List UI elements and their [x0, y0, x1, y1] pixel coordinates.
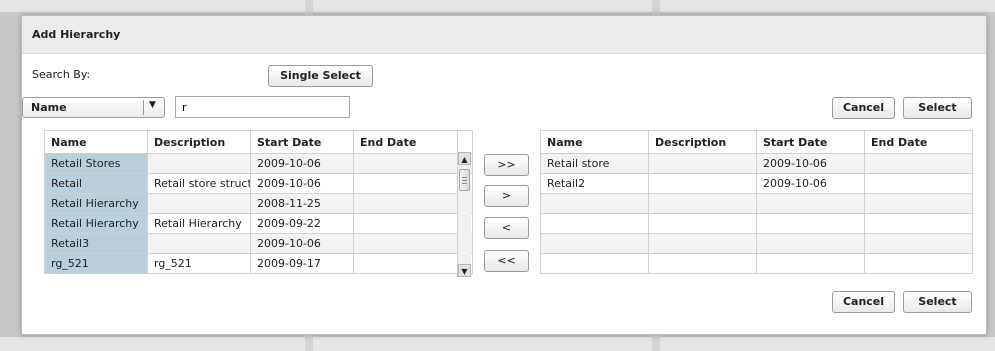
cell-description [147, 153, 251, 174]
background-top-band [0, 0, 995, 12]
cell-end-date [353, 193, 458, 214]
cell-description [147, 233, 251, 254]
cell-start-date [756, 213, 865, 234]
cell-start-date: 2008-11-25 [250, 193, 354, 214]
cell-start-date [756, 253, 865, 274]
cell-name: Retail Hierarchy [44, 193, 148, 214]
move-right-button[interactable]: > [484, 185, 529, 207]
scrollbar-thumb[interactable] [459, 169, 470, 191]
search-by-label: Search By: [32, 68, 91, 81]
table-header-row: Name Description Start Date End Date [540, 130, 973, 154]
cell-end-date [864, 233, 973, 254]
table-row [540, 193, 973, 214]
cell-start-date: 2009-10-06 [250, 233, 354, 254]
cell-description [648, 193, 757, 214]
table-row[interactable]: Retail Hierarchy 2008-11-25 [44, 193, 473, 214]
cell-name: Retail store [540, 153, 649, 174]
cell-end-date [353, 153, 458, 174]
column-header-end-date[interactable]: End Date [353, 130, 458, 154]
background-bottom-band [0, 337, 995, 351]
table-row[interactable]: Retail3 2009-10-06 [44, 233, 473, 254]
cell-end-date [353, 173, 458, 194]
cell-name [540, 213, 649, 234]
cell-description [648, 213, 757, 234]
cell-description [147, 193, 251, 214]
cell-name: Retail Hierarchy [44, 213, 148, 234]
table-row[interactable]: Retail Hierarchy Retail Hierarchy 2009-0… [44, 213, 473, 234]
search-input[interactable] [175, 96, 350, 118]
move-all-right-button[interactable]: >> [484, 154, 529, 176]
cell-name: Retail3 [44, 233, 148, 254]
cell-end-date [864, 153, 973, 174]
cell-end-date [353, 253, 458, 274]
table-row[interactable]: Retail Retail store structure 2009-10-06 [44, 173, 473, 194]
table-row [540, 233, 973, 254]
cell-description: Retail Hierarchy [147, 213, 251, 234]
table-row[interactable]: Retail store 2009-10-06 [540, 153, 973, 174]
available-table-scrollbar[interactable]: ▲ ▼ [457, 152, 471, 277]
cell-name [540, 233, 649, 254]
cell-description [648, 153, 757, 174]
dialog-title: Add Hierarchy [22, 16, 986, 54]
cell-end-date [353, 233, 458, 254]
cancel-button-bottom[interactable]: Cancel [832, 291, 895, 313]
cell-end-date [864, 173, 973, 194]
cell-name: rg_521 [44, 253, 148, 274]
column-header-start-date[interactable]: Start Date [250, 130, 354, 154]
search-field-dropdown[interactable]: Name ▼ [22, 97, 165, 118]
table-row[interactable]: Retail Stores 2009-10-06 [44, 153, 473, 174]
cell-start-date: 2009-10-06 [250, 153, 354, 174]
cell-end-date [864, 193, 973, 214]
cell-name: Retail [44, 173, 148, 194]
column-header-description[interactable]: Description [648, 130, 757, 154]
cell-start-date: 2009-09-22 [250, 213, 354, 234]
table-row[interactable]: Retail2 2009-10-06 [540, 173, 973, 194]
cell-description: rg_521 [147, 253, 251, 274]
table-row [540, 213, 973, 234]
arrow-up-icon[interactable]: ▲ [458, 152, 471, 165]
select-button-top[interactable]: Select [903, 97, 972, 119]
move-left-button[interactable]: < [484, 217, 529, 239]
column-header-start-date[interactable]: Start Date [756, 130, 865, 154]
column-header-name[interactable]: Name [540, 130, 649, 154]
arrow-down-icon[interactable]: ▼ [458, 264, 471, 277]
column-header-name[interactable]: Name [44, 130, 148, 154]
cell-name: Retail Stores [44, 153, 148, 174]
cell-description: Retail store structure [147, 173, 251, 194]
column-header-description[interactable]: Description [147, 130, 251, 154]
cell-name: Retail2 [540, 173, 649, 194]
table-header-row: Name Description Start Date End Date [44, 130, 473, 154]
cell-start-date [756, 193, 865, 214]
dropdown-separator [143, 100, 144, 115]
cell-start-date: 2009-10-06 [756, 173, 865, 194]
cell-start-date: 2009-09-17 [250, 253, 354, 274]
table-row [540, 253, 973, 274]
cell-end-date [864, 253, 973, 274]
cell-start-date: 2009-10-06 [756, 153, 865, 174]
cell-start-date: 2009-10-06 [250, 173, 354, 194]
cell-name [540, 253, 649, 274]
column-header-spacer [457, 130, 473, 154]
cell-end-date [353, 213, 458, 234]
cell-end-date [864, 213, 973, 234]
cell-description [648, 173, 757, 194]
selected-table: Name Description Start Date End Date Ret… [540, 130, 973, 274]
cell-description [648, 233, 757, 254]
table-row[interactable]: rg_521 rg_521 2009-09-17 [44, 253, 473, 274]
select-button-bottom[interactable]: Select [903, 291, 972, 313]
search-field-value: Name [31, 101, 67, 114]
column-header-end-date[interactable]: End Date [864, 130, 973, 154]
cell-name [540, 193, 649, 214]
cancel-button-top[interactable]: Cancel [832, 97, 895, 119]
single-select-button[interactable]: Single Select [268, 65, 373, 87]
available-table: Name Description Start Date End Date Ret… [44, 130, 473, 274]
move-all-left-button[interactable]: << [484, 250, 529, 272]
cell-description [648, 253, 757, 274]
cell-start-date [756, 233, 865, 254]
chevron-down-icon: ▼ [149, 100, 156, 110]
